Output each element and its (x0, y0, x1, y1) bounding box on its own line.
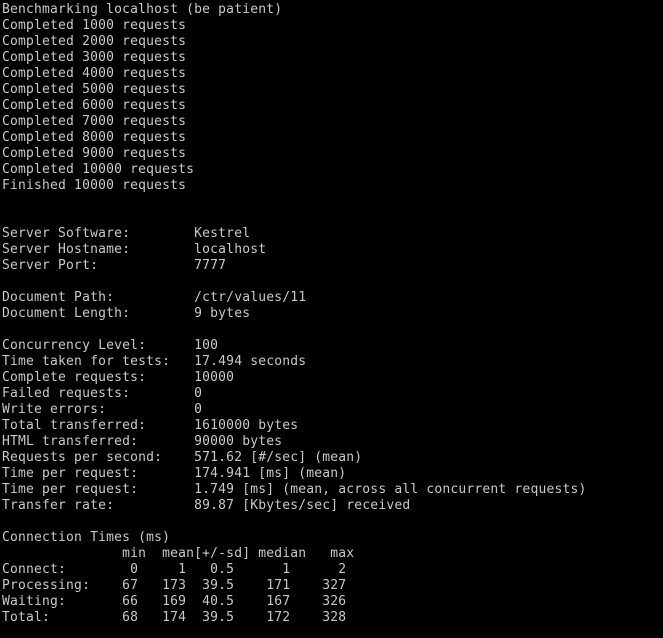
terminal-output: Benchmarking localhost (be patient) Comp… (2, 2, 587, 625)
terminal-console[interactable]: Benchmarking localhost (be patient) Comp… (0, 0, 663, 638)
